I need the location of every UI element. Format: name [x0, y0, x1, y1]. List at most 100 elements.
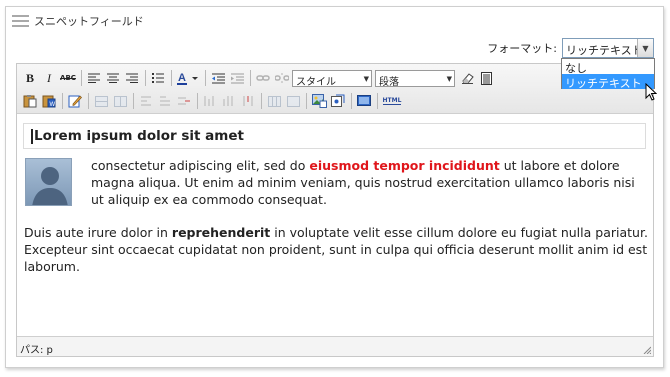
insert-col-before-button[interactable]	[201, 92, 219, 110]
bullet-list-icon	[152, 73, 164, 83]
table-icon	[113, 95, 127, 107]
svg-text:A: A	[178, 72, 186, 84]
remove-format-button[interactable]	[458, 69, 476, 87]
unlink-icon	[275, 73, 289, 83]
image-icon	[311, 94, 327, 108]
drag-handle-icon[interactable]	[12, 15, 29, 27]
link-icon	[256, 75, 270, 81]
toolbar-row-1: B I ABC A スタイル ▼ 段落 ▼	[21, 68, 496, 88]
pencil-note-icon	[68, 95, 82, 108]
insert-column-icon	[223, 96, 233, 106]
toolbar-separator	[261, 93, 262, 109]
panel-header: スニペットフィールド	[12, 13, 144, 29]
unlink-button[interactable]	[273, 69, 291, 87]
insert-row-after-button[interactable]	[156, 92, 174, 110]
format-label: フォーマット:	[487, 42, 557, 55]
content-heading[interactable]: Lorem ipsum dolor sit amet	[23, 123, 646, 149]
toolbar-separator	[250, 70, 251, 86]
table-row-button[interactable]	[92, 92, 110, 110]
table-split-icon	[267, 95, 281, 107]
element-path: パス: p	[20, 345, 53, 356]
indent-button[interactable]	[228, 69, 246, 87]
paragraph-1: consectetur adipiscing elit, sed do eius…	[91, 158, 635, 207]
eraser-icon	[461, 73, 474, 84]
toolbar-separator	[133, 93, 134, 109]
avatar-image	[25, 158, 72, 206]
highlighted-text: eiusmod tempor incididunt	[309, 158, 500, 173]
html-button[interactable]: HTML	[381, 92, 403, 110]
monitor-icon	[357, 95, 371, 106]
toolbar-separator	[88, 93, 89, 109]
insert-image-button[interactable]	[310, 92, 328, 110]
heading-text: Lorem ipsum dolor sit amet	[34, 128, 244, 144]
paste-word-button[interactable]: W	[40, 92, 58, 110]
format-selected-value: リッチテキスト	[566, 44, 643, 57]
clipboard-paste-icon	[23, 95, 37, 108]
paragraph-format-value: 段落	[379, 76, 399, 88]
delete-row-icon	[178, 97, 190, 105]
insert-row-before-button[interactable]	[137, 92, 155, 110]
format-select[interactable]: リッチテキスト ▼	[562, 38, 654, 58]
insert-link-button[interactable]	[254, 69, 272, 87]
paste-button[interactable]	[21, 92, 39, 110]
mouse-cursor-icon	[645, 83, 657, 101]
align-right-icon	[126, 73, 138, 83]
paragraph-format-select[interactable]: 段落 ▼	[375, 69, 455, 88]
chevron-down-icon[interactable]: ▼	[637, 39, 653, 57]
align-center-icon	[107, 73, 119, 83]
toolbar-separator	[81, 70, 82, 86]
resize-grip-icon[interactable]	[643, 346, 651, 354]
align-left-button[interactable]	[85, 69, 103, 87]
paste-word-icon: W	[42, 95, 56, 108]
person-silhouette-icon	[32, 167, 68, 205]
insert-row-icon	[160, 96, 170, 106]
delete-column-icon	[243, 96, 253, 106]
split-cells-button[interactable]	[265, 92, 283, 110]
format-row: フォーマット: リッチテキスト ▼	[487, 38, 654, 58]
paragraph-2: Duis aute irure dolor in reprehenderit i…	[24, 225, 648, 274]
format-option-none[interactable]: なし	[562, 59, 654, 75]
format-dropdown-list[interactable]: なし リッチテキスト	[561, 58, 655, 90]
editor-toolbar: B I ABC A スタイル ▼ 段落 ▼ W HTML	[17, 64, 653, 114]
insert-col-after-button[interactable]	[220, 92, 238, 110]
text-caret	[31, 129, 33, 144]
fullscreen-button[interactable]	[355, 92, 373, 110]
svg-text:W: W	[50, 102, 56, 108]
rich-text-editor[interactable]: B I ABC A スタイル ▼ 段落 ▼ W HTML Lorem ipsum…	[16, 63, 654, 357]
delete-row-button[interactable]	[175, 92, 193, 110]
toolbar-separator	[145, 70, 146, 86]
insert-row-icon	[141, 96, 151, 106]
insert-column-icon	[204, 96, 214, 106]
outdent-icon	[211, 73, 225, 83]
insert-media-button[interactable]	[329, 92, 347, 110]
outdent-button[interactable]	[209, 69, 227, 87]
toolbar-separator	[205, 70, 206, 86]
panel-title: スニペットフィールド	[34, 15, 144, 28]
align-center-button[interactable]	[104, 69, 122, 87]
document-code-icon	[480, 71, 492, 85]
bold-text: reprehenderit	[171, 225, 271, 240]
merge-cells-button[interactable]	[284, 92, 302, 110]
align-right-button[interactable]	[123, 69, 141, 87]
text-color-icon: A	[177, 72, 198, 85]
table-merge-icon	[286, 95, 300, 107]
style-select[interactable]: スタイル ▼	[292, 69, 372, 88]
bold-button[interactable]: B	[21, 69, 39, 87]
strikethrough-button[interactable]: ABC	[59, 69, 77, 87]
italic-button[interactable]: I	[40, 69, 58, 87]
edit-button[interactable]	[66, 92, 84, 110]
toolbar-row-2: W HTML	[21, 91, 404, 111]
source-code-button[interactable]	[477, 69, 495, 87]
format-option-richtext[interactable]: リッチテキスト	[562, 74, 654, 90]
toolbar-separator	[377, 93, 378, 109]
delete-col-button[interactable]	[239, 92, 257, 110]
toolbar-separator	[306, 93, 307, 109]
toolbar-separator	[171, 70, 172, 86]
bullet-list-button[interactable]	[149, 69, 167, 87]
table-col-button[interactable]	[111, 92, 129, 110]
text-color-button[interactable]: A	[175, 69, 201, 87]
editor-content[interactable]: Lorem ipsum dolor sit amet consectetur a…	[17, 115, 653, 336]
align-left-icon	[88, 73, 100, 83]
style-select-value: スタイル	[296, 76, 336, 88]
indent-icon	[230, 73, 244, 83]
